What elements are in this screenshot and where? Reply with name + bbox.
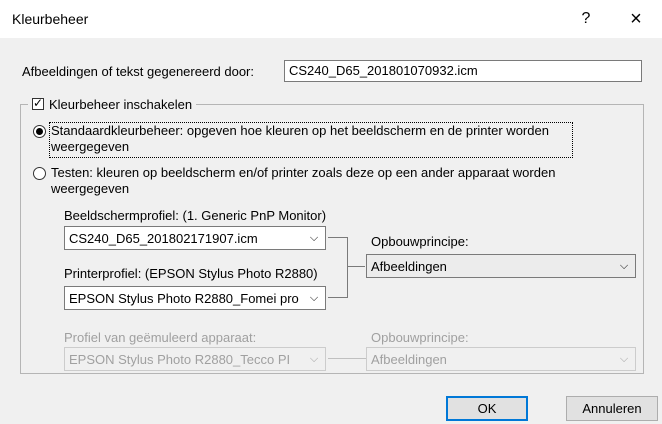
connector-line [347,266,365,267]
printer-profile-dropdown[interactable]: EPSON Stylus Photo R2880_Fomei pro ⌵ [64,286,326,310]
generated-by-value: CS240_D65_201801070932.icm [289,63,478,78]
monitor-profile-value: CS240_D65_201802171907.icm [69,230,258,246]
printer-profile-value: EPSON Stylus Photo R2880_Fomei pro [69,290,299,306]
generated-by-field: CS240_D65_201801070932.icm [284,60,642,82]
connector-line [328,358,366,359]
checkbox-checked-icon [32,96,44,110]
chevron-down-icon: ⌵ [619,352,629,365]
standard-option-label-line1[interactable]: Standaardkleurbeheer: opgeven hoe kleure… [51,123,549,138]
proofing-option-label-line1[interactable]: Testen: kleuren op beeldscherm en/of pri… [51,165,555,180]
enable-color-management-checkbox[interactable]: Kleurbeheer inschakelen [28,94,197,114]
ok-button[interactable]: OK [446,396,528,421]
proofing-option-label-line2[interactable]: weergegeven [51,181,129,196]
proofing-radio[interactable] [33,167,46,180]
connector-line [347,237,348,298]
emulated-intent-label: Opbouwprincipe: [371,330,469,345]
rendering-intent-value: Afbeeldingen [371,258,447,274]
cancel-button[interactable]: Annuleren [566,396,658,421]
enable-color-management-label: Kleurbeheer inschakelen [49,96,193,112]
chevron-down-icon: ⌵ [309,352,319,365]
chevron-down-icon: ⌵ [619,259,629,272]
standard-color-management-radio[interactable] [33,125,46,138]
window-title: Kleurbeheer [12,11,89,27]
printer-profile-label: Printerprofiel: (EPSON Stylus Photo R288… [64,266,318,281]
chevron-down-icon: ⌵ [309,231,319,244]
help-button[interactable]: ? [574,6,598,32]
emulated-device-dropdown[interactable]: EPSON Stylus Photo R2880_Tecco PI ⌵ [64,347,326,371]
chevron-down-icon: ⌵ [309,291,319,304]
generated-by-label: Afbeeldingen of tekst gegenereerd door: [22,64,255,79]
monitor-profile-label: Beeldschermprofiel: (1. Generic PnP Moni… [64,208,327,223]
rendering-intent-label: Opbouwprincipe: [371,234,469,249]
monitor-profile-dropdown[interactable]: CS240_D65_201802171907.icm ⌵ [64,226,326,250]
emulated-device-value: EPSON Stylus Photo R2880_Tecco PI [69,351,291,367]
connector-line [328,297,348,298]
emulated-intent-dropdown[interactable]: Afbeeldingen ⌵ [366,347,636,371]
emulated-device-label: Profiel van geëmuleerd apparaat: [64,330,257,345]
standard-option-label-line2[interactable]: weergegeven [51,139,129,154]
connector-line [328,237,348,238]
emulated-intent-value: Afbeeldingen [371,351,447,367]
close-button[interactable]: × [622,5,650,33]
title-bar [0,0,662,38]
rendering-intent-dropdown[interactable]: Afbeeldingen ⌵ [366,254,636,278]
